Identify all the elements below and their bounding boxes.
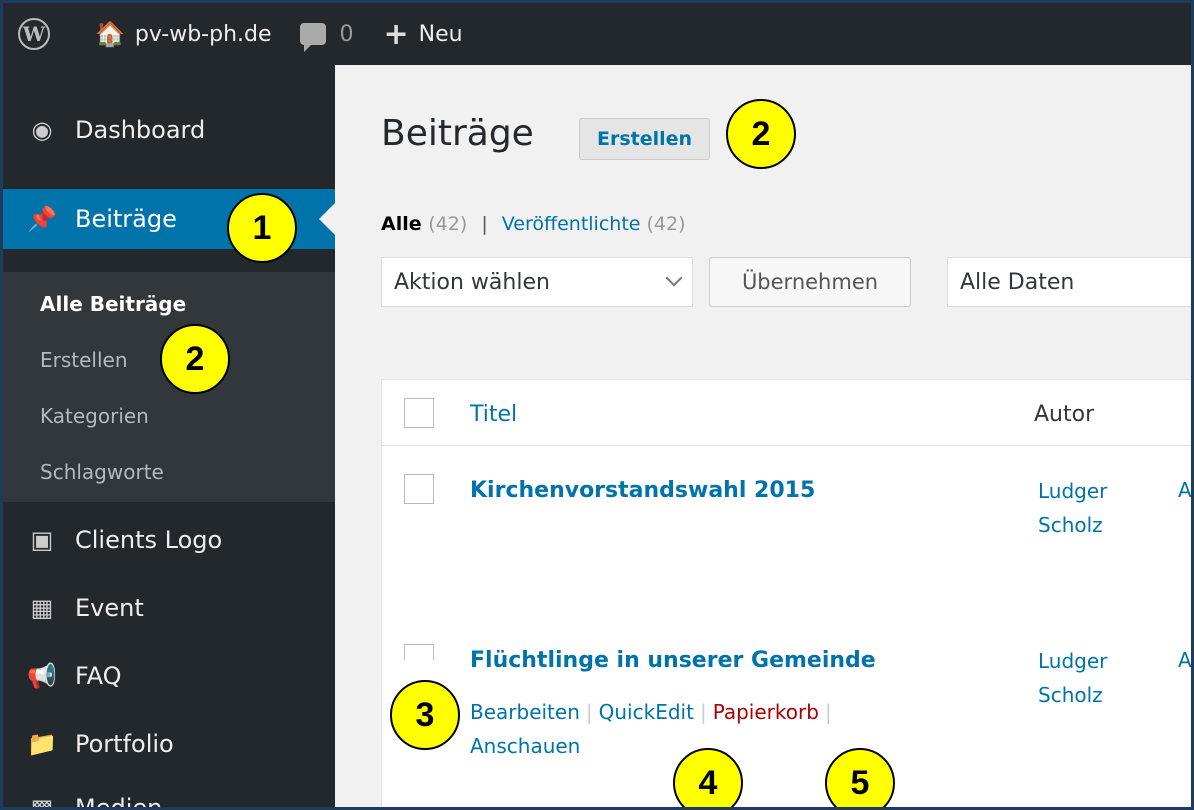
comment-icon xyxy=(299,23,326,52)
author-last-name: Scholz xyxy=(1038,513,1103,537)
app-window: W 🏠 pv-wb-ph.de 0 + Neu ◉ Dashboard 📌 Be… xyxy=(0,0,1194,810)
action-separator: | xyxy=(699,700,707,724)
post-title-link[interactable]: Flüchtlinge in unserer Gemeinde xyxy=(470,648,876,673)
sidebar-item-label: FAQ xyxy=(75,662,122,690)
filter-published-count: (42) xyxy=(646,213,686,235)
category-link-clipped[interactable]: A xyxy=(1178,648,1191,672)
callout-2-submenu: 2 xyxy=(160,324,230,394)
view-link[interactable]: Anschauen xyxy=(470,734,580,758)
filter-all-label: Alle xyxy=(381,213,422,235)
megaphone-icon: 📢 xyxy=(27,662,57,690)
quick-edit-link[interactable]: QuickEdit xyxy=(599,700,694,724)
posts-submenu: Alle Beiträge Erstellen Kategorien Schla… xyxy=(3,272,335,502)
callout-4: 4 xyxy=(673,748,743,807)
images-icon: ▣ xyxy=(30,526,54,554)
sidebar-item-faq[interactable]: 📢 FAQ xyxy=(3,651,335,701)
date-filter-select[interactable]: Alle Daten xyxy=(947,257,1191,307)
comments-link[interactable]: 0 xyxy=(299,3,354,65)
sidebar-item-label: Clients Logo xyxy=(75,526,223,554)
bulk-action-value: Aktion wählen xyxy=(394,269,550,295)
category-link-clipped[interactable]: A xyxy=(1178,478,1191,502)
submenu-add-new[interactable]: Erstellen xyxy=(40,348,128,372)
bulk-action-select[interactable]: Aktion wählen xyxy=(381,257,693,307)
row-actions-line2: Anschauen xyxy=(470,734,580,758)
chevron-down-icon xyxy=(665,269,683,287)
author-link[interactable]: Ludger Scholz xyxy=(1038,474,1107,542)
trash-link[interactable]: Papierkorb xyxy=(713,700,819,724)
edit-link[interactable]: Bearbeiten xyxy=(470,700,580,724)
sidebar-item-label: Beiträge xyxy=(75,205,177,233)
page-title: Beiträge xyxy=(381,113,534,154)
filter-separator: | xyxy=(481,213,488,235)
author-first-name: Ludger xyxy=(1038,479,1108,503)
row-actions: Bearbeiten | QuickEdit | Papierkorb | xyxy=(470,700,838,724)
main-content: Beiträge Erstellen Alle (42) | Veröffent… xyxy=(335,65,1191,807)
filter-published[interactable]: Veröffentlichte (42) xyxy=(502,213,686,235)
new-content-link[interactable]: + Neu xyxy=(384,3,463,65)
sidebar-item-clients-logo[interactable]: ▣ Clients Logo xyxy=(3,515,335,565)
filter-all-count: (42) xyxy=(428,213,468,235)
sidebar-item-media[interactable]: ▩ Medien xyxy=(3,783,335,810)
callout-5: 5 xyxy=(825,748,895,807)
wordpress-logo-button[interactable]: W xyxy=(3,3,65,65)
column-author: Autor xyxy=(1034,402,1095,427)
post-title-link[interactable]: Kirchenvorstandswahl 2015 xyxy=(470,478,815,503)
apply-button[interactable]: Übernehmen xyxy=(709,257,911,307)
filter-all[interactable]: Alle (42) xyxy=(381,213,467,235)
posts-table: Titel Autor I Kirchenvorstandswahl 2015 … xyxy=(381,379,1191,807)
date-filter-value: Alle Daten xyxy=(960,269,1075,295)
site-name-link[interactable]: 🏠 pv-wb-ph.de xyxy=(95,3,272,65)
admin-bar: W 🏠 pv-wb-ph.de 0 + Neu xyxy=(3,3,1191,65)
author-last-name: Scholz xyxy=(1038,683,1103,707)
row-checkbox[interactable] xyxy=(404,644,434,660)
sidebar-item-label: Portfolio xyxy=(75,730,174,758)
sidebar-item-label: Dashboard xyxy=(75,116,206,144)
dashboard-icon: ◉ xyxy=(31,116,53,144)
callout-3: 3 xyxy=(390,680,460,750)
row-checkbox[interactable] xyxy=(404,474,434,504)
callout-1: 1 xyxy=(227,193,297,263)
comments-count: 0 xyxy=(339,21,354,47)
new-label: Neu xyxy=(418,21,463,47)
sidebar-item-label: Event xyxy=(75,594,144,622)
active-arrow xyxy=(319,203,335,235)
calendar-icon: ▦ xyxy=(30,594,54,622)
callout-2-header: 2 xyxy=(726,99,796,169)
author-first-name: Ludger xyxy=(1038,649,1108,673)
column-title[interactable]: Titel xyxy=(470,402,517,427)
plus-icon: + xyxy=(383,16,409,52)
filter-published-label: Veröffentlichte xyxy=(501,213,641,235)
add-new-button[interactable]: Erstellen xyxy=(579,118,711,160)
submenu-all-posts[interactable]: Alle Beiträge xyxy=(40,292,186,316)
submenu-tags[interactable]: Schlagworte xyxy=(40,460,164,484)
sidebar-item-dashboard[interactable]: ◉ Dashboard xyxy=(3,105,335,155)
sidebar-item-label: Medien xyxy=(75,794,163,810)
table-header: Titel Autor I xyxy=(382,380,1191,446)
pin-icon: 📌 xyxy=(27,205,57,233)
select-all-checkbox[interactable] xyxy=(404,398,434,428)
admin-sidebar: ◉ Dashboard 📌 Beiträge Alle Beiträge Ers… xyxy=(3,65,335,810)
status-filters: Alle (42) | Veröffentlichte (42) xyxy=(381,213,686,235)
home-icon: 🏠 xyxy=(95,20,125,48)
sidebar-item-event[interactable]: ▦ Event xyxy=(3,583,335,633)
wordpress-icon: W xyxy=(18,18,50,50)
site-name-label: pv-wb-ph.de xyxy=(134,21,272,47)
media-icon: ▩ xyxy=(30,794,54,810)
action-separator: | xyxy=(585,700,593,724)
submenu-categories[interactable]: Kategorien xyxy=(40,404,149,428)
sidebar-item-portfolio[interactable]: 📁 Portfolio xyxy=(3,719,335,769)
author-link[interactable]: Ludger Scholz xyxy=(1038,644,1107,712)
action-separator: | xyxy=(824,700,832,724)
folder-icon: 📁 xyxy=(27,730,57,758)
